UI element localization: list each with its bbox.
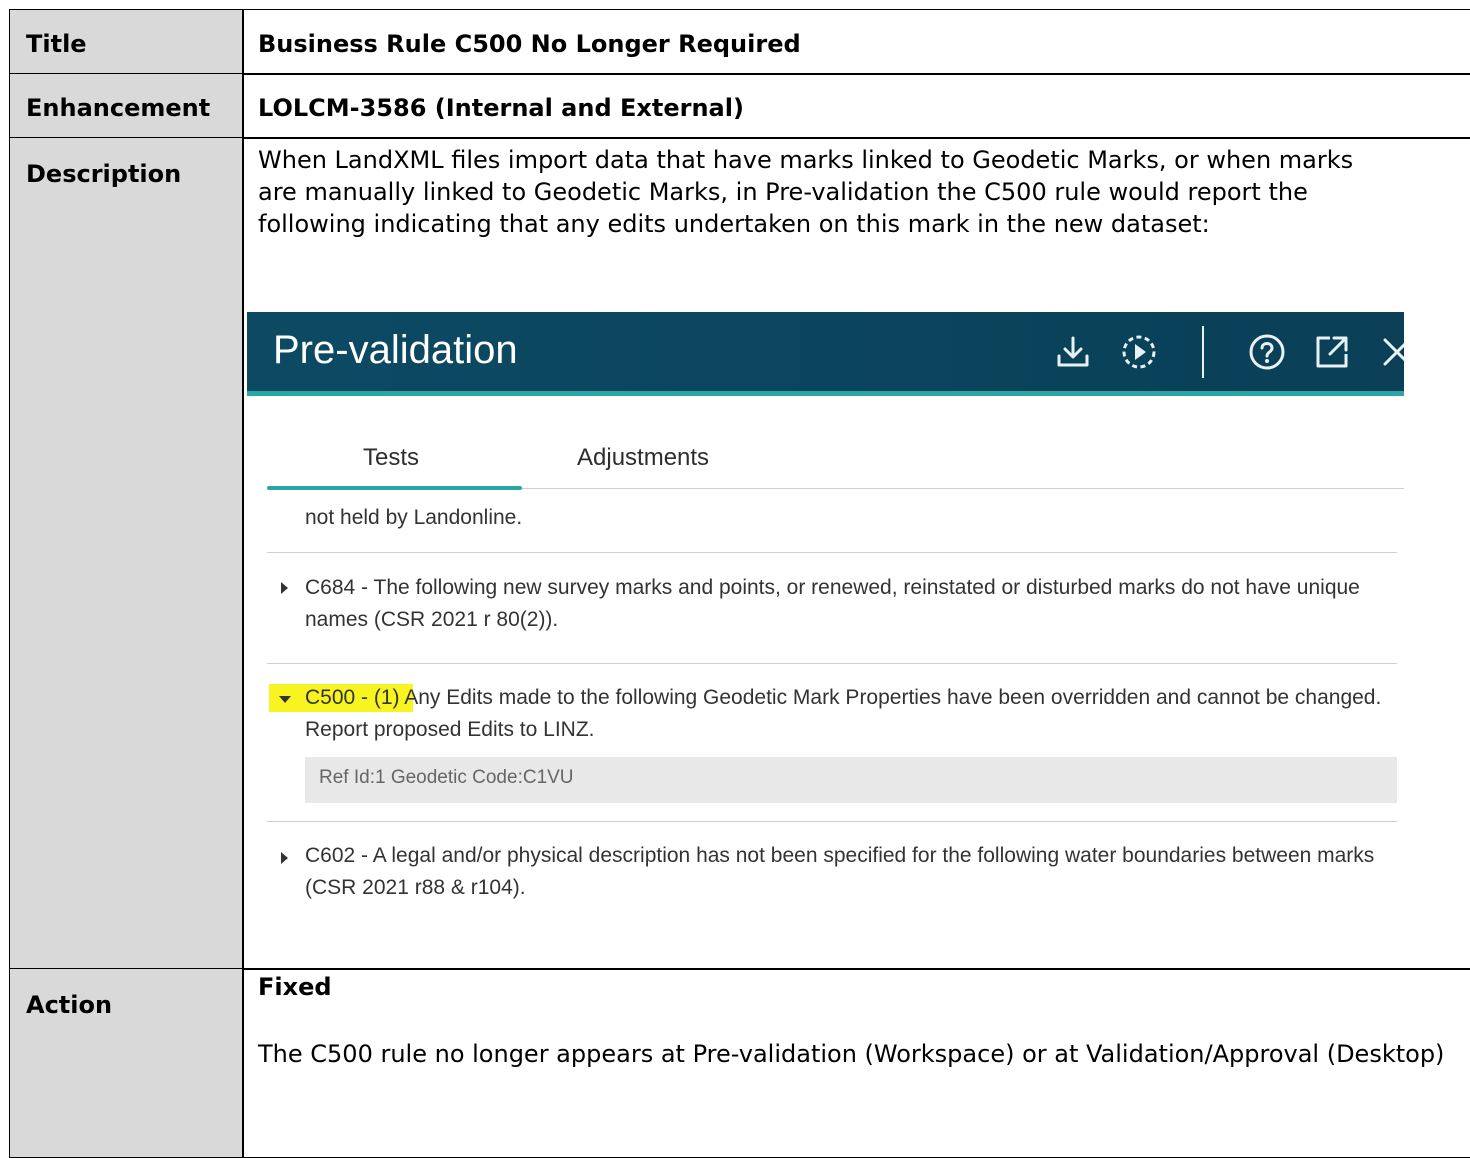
prevalidation-title: Pre-validation <box>273 328 518 372</box>
open-external-icon[interactable] <box>1312 332 1352 372</box>
header-divider <box>1202 326 1204 378</box>
enhancement-label: Enhancement <box>26 94 211 122</box>
title-value: Business Rule C500 No Longer Required <box>258 30 801 58</box>
title-value-cell: Business Rule C500 No Longer Required <box>242 9 1470 75</box>
title-label-cell: Title <box>9 9 244 75</box>
collapse-arrow-icon[interactable] <box>279 696 291 703</box>
tab-adjustments[interactable]: Adjustments <box>577 444 709 472</box>
active-tab-indicator <box>267 486 522 490</box>
enhancement-value-cell: LOLCM-3586 (Internal and External) <box>242 73 1470 139</box>
test-item-c500[interactable]: C500 - (1) Any Edits made to the followi… <box>305 682 1385 746</box>
tab-tests[interactable]: Tests <box>363 444 419 472</box>
help-icon[interactable] <box>1247 332 1287 372</box>
prevalidation-screenshot: Pre-validation Tests Adjustments not hel… <box>247 312 1404 912</box>
prevalidation-header: Pre-validation <box>247 312 1404 396</box>
action-label-cell: Action <box>9 968 244 1158</box>
action-value-cell: Fixed The C500 rule no longer appears at… <box>242 968 1470 1158</box>
item-separator <box>267 821 1397 822</box>
c500-detail-text: Ref Id:1 Geodetic Code:C1VU <box>319 767 574 788</box>
run-icon[interactable] <box>1119 332 1159 372</box>
expand-arrow-icon[interactable] <box>281 852 288 864</box>
action-status: Fixed <box>258 973 332 1001</box>
action-text: The C500 rule no longer appears at Pre-v… <box>258 1040 1445 1068</box>
item-separator <box>267 552 1397 553</box>
c500-code: C500 - (1) <box>305 686 405 709</box>
test-item-c684[interactable]: C684 - The following new survey marks an… <box>305 572 1400 636</box>
expand-arrow-icon[interactable] <box>281 582 288 594</box>
truncated-item-text: not held by Landonline. <box>305 506 523 529</box>
title-label: Title <box>26 30 87 58</box>
test-item-c602[interactable]: C602 - A legal and/or physical descripti… <box>305 840 1400 904</box>
download-icon[interactable] <box>1053 332 1093 372</box>
c500-detail-row: Ref Id:1 Geodetic Code:C1VU <box>305 757 1397 803</box>
description-label-cell: Description <box>9 137 244 970</box>
action-label: Action <box>26 991 113 1019</box>
enhancement-label-cell: Enhancement <box>9 73 244 139</box>
prevalidation-tabs: Tests Adjustments <box>247 430 1404 490</box>
description-label: Description <box>26 160 182 188</box>
item-separator <box>267 663 1397 664</box>
description-text: When LandXML files import data that have… <box>258 146 1354 238</box>
enhancement-value: LOLCM-3586 (Internal and External) <box>258 94 744 122</box>
close-icon[interactable] <box>1377 332 1404 372</box>
c500-message: Any Edits made to the following Geodetic… <box>305 686 1382 741</box>
header-accent-bar <box>247 391 1404 396</box>
